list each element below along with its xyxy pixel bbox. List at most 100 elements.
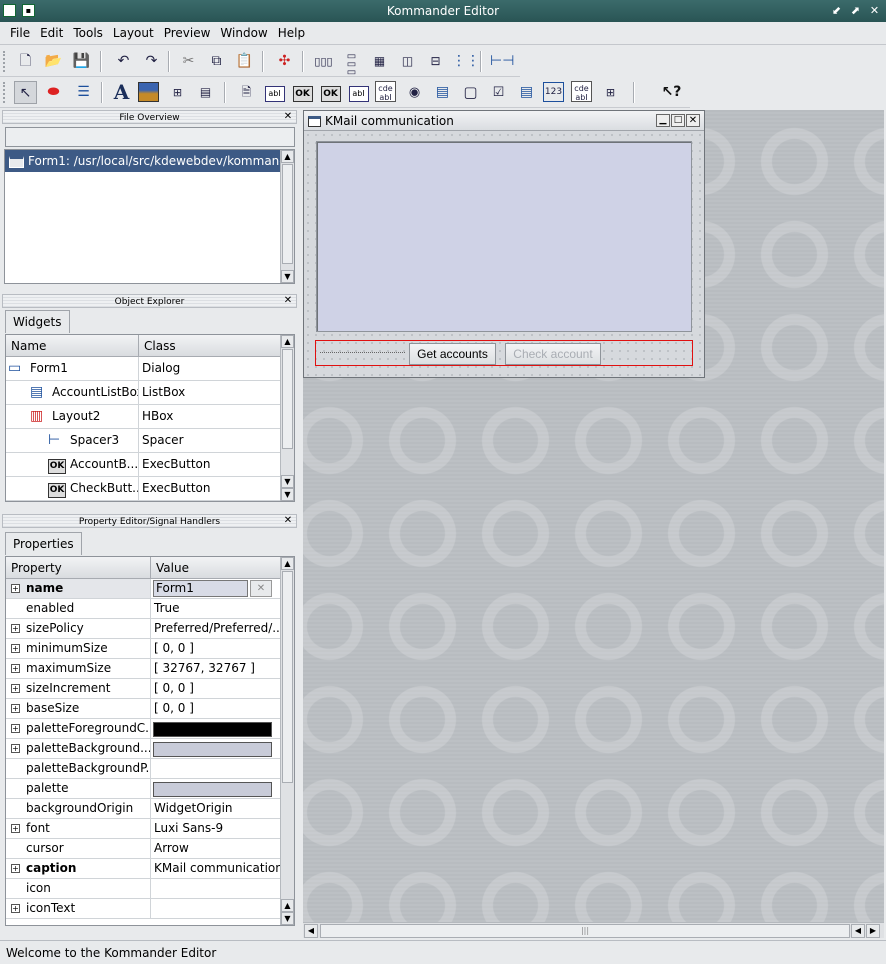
expand-icon[interactable]: + bbox=[11, 584, 20, 593]
checkbox-icon[interactable]: ☑ bbox=[487, 81, 510, 104]
expand-icon[interactable]: + bbox=[11, 724, 20, 733]
tab-widgets[interactable]: Widgets bbox=[5, 310, 70, 333]
file-overview-header[interactable]: File Overview ✕ bbox=[2, 110, 297, 124]
treeview-icon[interactable]: ⊞ bbox=[599, 81, 622, 104]
column-header-value[interactable]: Value bbox=[151, 557, 281, 579]
property-row[interactable]: palette bbox=[6, 779, 281, 799]
undo-icon[interactable]: ↶ bbox=[112, 50, 135, 73]
table-row[interactable]: ⊢ Spacer3 Spacer bbox=[6, 429, 281, 453]
property-value-cell[interactable] bbox=[151, 899, 281, 918]
property-value-cell[interactable]: Preferred/Preferred/... bbox=[151, 619, 281, 638]
toolbar-handle[interactable] bbox=[3, 51, 7, 72]
property-row[interactable]: + baseSize [ 0, 0 ] bbox=[6, 699, 281, 719]
radio-button-icon[interactable]: ◉ bbox=[403, 81, 426, 104]
scroll-left-icon[interactable]: ◀ bbox=[851, 924, 865, 938]
account-listbox[interactable] bbox=[316, 141, 692, 332]
scroll-up-icon[interactable]: ▲ bbox=[281, 335, 294, 348]
menu-file[interactable]: File bbox=[5, 22, 35, 45]
form-canvas[interactable]: Get accounts Check account bbox=[304, 131, 704, 377]
property-row[interactable]: + name Form1 ✕ bbox=[6, 579, 281, 599]
property-row[interactable]: + minimumSize [ 0, 0 ] bbox=[6, 639, 281, 659]
menu-edit[interactable]: Edit bbox=[35, 22, 68, 45]
property-row[interactable]: cursor Arrow bbox=[6, 839, 281, 859]
expand-icon[interactable]: + bbox=[11, 824, 20, 833]
lineedit2-icon[interactable]: abI bbox=[347, 81, 370, 104]
property-row[interactable]: + iconText bbox=[6, 899, 281, 919]
window-titlebar[interactable]: ▪ Kommander Editor ⬋ ⬈ ✕ bbox=[0, 0, 886, 22]
lay-out-horizontally-icon[interactable]: ▯▯▯ bbox=[312, 50, 335, 73]
lay-out-grid-icon[interactable]: ▦ bbox=[368, 50, 391, 73]
scroll-down-icon[interactable]: ▼ bbox=[281, 912, 294, 925]
expand-icon[interactable]: + bbox=[11, 664, 20, 673]
lay-out-vertically-icon[interactable]: ▭ ▭ ▭ bbox=[340, 50, 363, 78]
label-icon[interactable]: A bbox=[110, 81, 133, 104]
clear-icon[interactable]: ✕ bbox=[250, 580, 272, 597]
property-row[interactable]: + paletteBackground... bbox=[6, 739, 281, 759]
property-value-cell[interactable]: WidgetOrigin bbox=[151, 799, 281, 818]
table-row[interactable]: OK AccountB... ExecButton bbox=[6, 453, 281, 477]
property-value-cell[interactable]: Form1 ✕ bbox=[151, 579, 281, 598]
table-row[interactable]: OK CheckButt... ExecButton bbox=[6, 477, 281, 501]
property-value-cell[interactable]: [ 0, 0 ] bbox=[151, 639, 281, 658]
scroll-up-icon[interactable]: ▲ bbox=[281, 899, 294, 912]
widgets-tree[interactable]: Name Class ▭ Form1 Dialog ▤ AccountListBox Li… bbox=[5, 334, 295, 502]
dialog-icon[interactable]: 🗎 bbox=[235, 81, 258, 104]
ok-close-button-icon[interactable]: OK bbox=[319, 81, 342, 104]
property-value-cell[interactable]: KMail communication bbox=[151, 859, 281, 878]
menu-preview[interactable]: Preview bbox=[159, 22, 216, 45]
cut-icon[interactable]: ✂ bbox=[177, 50, 200, 73]
property-row[interactable]: + caption KMail communication bbox=[6, 859, 281, 879]
tree-widget-icon[interactable]: ⊞ bbox=[166, 81, 189, 104]
expand-icon[interactable]: + bbox=[11, 704, 20, 713]
property-editor-header[interactable]: Property Editor/Signal Handlers ✕ bbox=[2, 514, 297, 528]
column-header-name[interactable]: Name bbox=[6, 335, 139, 357]
property-row[interactable]: enabled True bbox=[6, 599, 281, 619]
property-row[interactable]: + paletteForegroundC... bbox=[6, 719, 281, 739]
table-row[interactable]: ▥ Layout2 HBox bbox=[6, 405, 281, 429]
window-menu-icon[interactable] bbox=[3, 4, 16, 17]
list-item[interactable]: Form1: /usr/local/src/kdewebdev/kommande… bbox=[5, 150, 281, 172]
menu-layout[interactable]: Layout bbox=[108, 22, 159, 45]
scroll-down-icon[interactable]: ▼ bbox=[281, 488, 294, 501]
color-swatch[interactable] bbox=[153, 742, 272, 757]
pointer-icon[interactable]: ↖ bbox=[14, 81, 37, 104]
spacer-icon[interactable]: ⊢⊣ bbox=[490, 50, 514, 73]
object-explorer-header[interactable]: Object Explorer ✕ bbox=[2, 294, 297, 308]
scroll-thumb[interactable]: ||| bbox=[320, 924, 850, 938]
property-row[interactable]: + maximumSize [ 32767, 32767 ] bbox=[6, 659, 281, 679]
close-icon[interactable]: ✕ bbox=[686, 114, 700, 127]
lay-out-vertical-splitter-icon[interactable]: ⊟ bbox=[424, 50, 447, 73]
color-swatch[interactable] bbox=[153, 722, 272, 737]
form-titlebar[interactable]: KMail communication ▁ □ ✕ bbox=[304, 111, 704, 131]
toolbar-handle[interactable] bbox=[3, 82, 7, 103]
form-window-icon[interactable] bbox=[308, 116, 321, 127]
pixmap-label-icon[interactable] bbox=[138, 82, 159, 102]
table-row[interactable]: ▭ Form1 Dialog bbox=[6, 357, 281, 381]
column-header-class[interactable]: Class bbox=[139, 335, 281, 357]
new-file-icon[interactable]: 🗋 bbox=[14, 50, 37, 73]
property-row[interactable]: + sizeIncrement [ 0, 0 ] bbox=[6, 679, 281, 699]
get-accounts-button[interactable]: Get accounts bbox=[409, 343, 496, 365]
file-search-input[interactable] bbox=[5, 127, 295, 147]
ok-button-icon[interactable]: OK bbox=[291, 81, 314, 104]
expand-icon[interactable]: + bbox=[11, 624, 20, 633]
property-value-cell[interactable]: [ 0, 0 ] bbox=[151, 679, 281, 698]
adjust-size-icon[interactable]: ✣ bbox=[273, 50, 296, 73]
scroll-down-icon[interactable]: ▼ bbox=[281, 270, 294, 283]
table-row[interactable]: ▤ AccountListBox ListBox bbox=[6, 381, 281, 405]
column-header-property[interactable]: Property bbox=[6, 557, 151, 579]
property-row[interactable]: + font Luxi Sans-9 bbox=[6, 819, 281, 839]
property-row[interactable]: + sizePolicy Preferred/Preferred/... bbox=[6, 619, 281, 639]
richtext-icon[interactable]: cde abI bbox=[571, 81, 592, 102]
tab-order-icon[interactable]: ☰ bbox=[72, 81, 95, 104]
scroll-right-icon[interactable]: ▶ bbox=[866, 924, 880, 938]
listbox-icon[interactable]: ▤ bbox=[515, 81, 538, 104]
property-value-cell[interactable] bbox=[151, 759, 281, 778]
expand-icon[interactable]: + bbox=[11, 644, 20, 653]
property-value-cell[interactable] bbox=[151, 879, 281, 898]
close-icon[interactable]: ✕ bbox=[282, 111, 294, 123]
connect-icon[interactable]: ⬬ bbox=[42, 81, 65, 104]
whats-this-icon[interactable]: ↖? bbox=[660, 81, 683, 104]
text-browser-icon[interactable]: ▤ bbox=[194, 81, 217, 104]
property-row[interactable]: paletteBackgroundP... bbox=[6, 759, 281, 779]
